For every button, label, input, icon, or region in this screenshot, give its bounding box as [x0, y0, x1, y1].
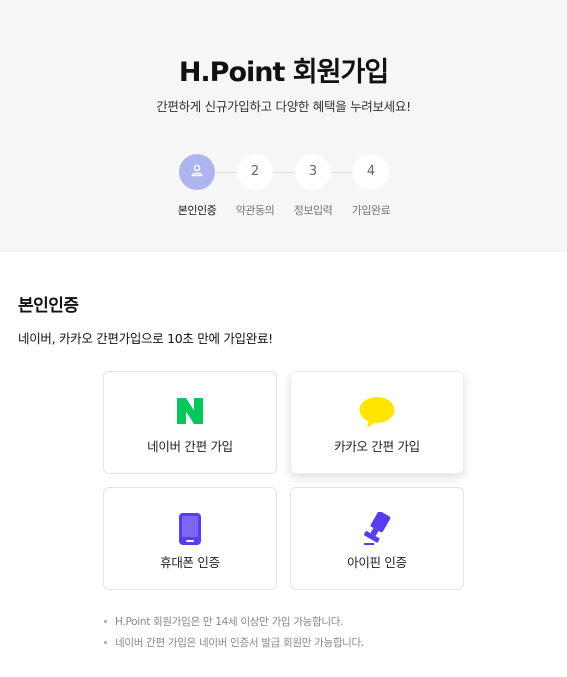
kakao-signup-button[interactable]: 카카오 간편 가입	[290, 371, 464, 474]
step-circle: 3	[295, 154, 331, 190]
note-item: 네이버 간편 가입은 네이버 인증서 발급 회원만 가능합니다.	[104, 633, 364, 654]
note-text: 네이버 간편 가입은 네이버 인증서 발급 회원만 가능합니다.	[115, 637, 364, 649]
bullet-icon	[104, 619, 107, 623]
kakao-speech-bubble-icon	[359, 397, 395, 428]
page-title: H.Point 회원가입	[178, 57, 389, 88]
signup-stepper: 본인인증 2 약관동의 3 정보입력 4 가입완료	[0, 154, 567, 224]
note-text: H.Point 회원가입은 만 14세 이상만 가입 가능합니다.	[115, 616, 344, 628]
section-description: 네이버, 카카오 간편가입으로 10초 만에 가입완료!	[18, 331, 273, 346]
naver-logo-icon	[177, 398, 203, 424]
naver-signup-button[interactable]: 네이버 간편 가입	[103, 371, 277, 474]
ipin-verification-button[interactable]: 아이핀 인증	[290, 487, 464, 590]
phone-verification-label: 휴대폰 인증	[160, 555, 220, 570]
person-icon	[191, 164, 203, 177]
ipin-verification-label: 아이핀 인증	[347, 555, 407, 570]
step-label: 가입완료	[351, 204, 391, 217]
step-signup-complete: 4 가입완료	[336, 154, 406, 218]
note-item: H.Point 회원가입은 만 14세 이상만 가입 가능합니다.	[104, 612, 364, 633]
signup-header: H.Point 회원가입 간편하게 신규가입하고 다양한 혜택을 누려보세요! …	[0, 0, 567, 252]
phone-verification-button[interactable]: 휴대폰 인증	[103, 487, 277, 590]
step-circle: 4	[353, 154, 389, 190]
stamp-icon	[363, 512, 391, 545]
signup-notes: H.Point 회원가입은 만 14세 이상만 가입 가능합니다. 네이버 간편…	[104, 612, 364, 654]
step-circle	[179, 154, 215, 190]
bullet-icon	[104, 640, 107, 644]
mobile-phone-icon	[179, 513, 201, 545]
naver-signup-label: 네이버 간편 가입	[147, 439, 233, 454]
section-title: 본인인증	[18, 296, 79, 316]
kakao-signup-label: 카카오 간편 가입	[334, 439, 420, 454]
page-subtitle: 간편하게 신규가입하고 다양한 혜택을 누려보세요!	[156, 99, 411, 114]
step-circle: 2	[237, 154, 273, 190]
